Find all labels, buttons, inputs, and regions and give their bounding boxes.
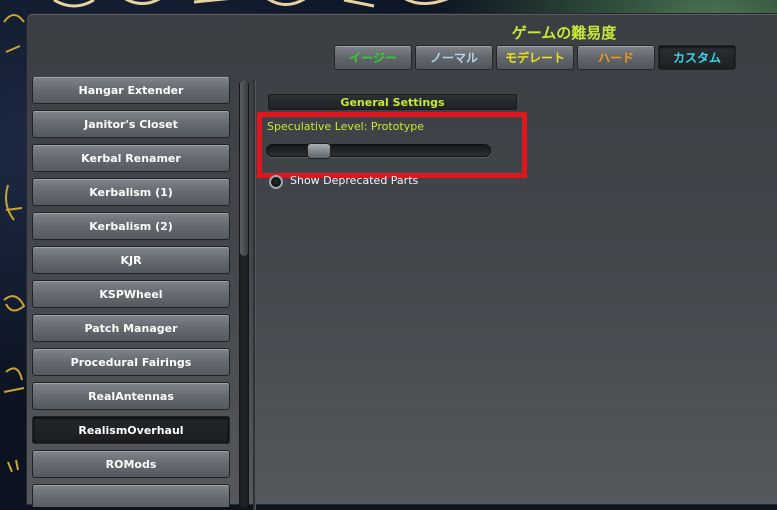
mod-item-realantennas[interactable]: RealAntennas [32, 382, 230, 410]
tab-label: イージー [349, 51, 397, 65]
mod-item-realismoverhaul[interactable]: RealismOverhaul [32, 416, 230, 444]
mod-item-label: KJR [120, 253, 142, 267]
mod-item-label: ROMods [105, 457, 157, 471]
mod-item-patch-manager[interactable]: Patch Manager [32, 314, 230, 342]
mod-item-label: RealismOverhaul [78, 423, 184, 437]
mod-item-label: Hangar Extender [78, 83, 184, 97]
difficulty-settings-window: ゲームの難易度 イージー ノーマル モデレート ハード カスタム Hangar … [27, 14, 777, 510]
mod-item-label: KSPWheel [99, 287, 163, 301]
section-title: General Settings [340, 95, 445, 109]
panel-divider [253, 80, 255, 510]
mod-item-partial[interactable] [32, 484, 230, 507]
mod-item-label: Kerbalism (1) [89, 185, 173, 199]
tab-label: ノーマル [429, 51, 478, 65]
window-title: ゲームの難易度 [511, 24, 617, 42]
slider-handle[interactable] [307, 143, 332, 159]
mod-item-label: Patch Manager [84, 321, 178, 335]
show-deprecated-parts-label: Show Deprecated Parts [290, 174, 419, 187]
mod-item-label: Janitor's Closet [84, 117, 178, 131]
mod-list-scrollbar[interactable] [239, 80, 249, 510]
mod-item-label: Kerbalism (2) [89, 219, 173, 233]
mod-item-romods[interactable]: ROMods [32, 450, 230, 478]
speculative-level-label: Speculative Level: Prototype [267, 120, 424, 133]
mod-list: Hangar Extender Janitor's Closet Kerbal … [32, 77, 232, 507]
tab-normal[interactable]: ノーマル [415, 45, 493, 70]
section-header-general-settings: General Settings [268, 94, 517, 110]
difficulty-tabs: イージー ノーマル モデレート ハード カスタム [334, 45, 736, 70]
tab-label: モデレート [504, 51, 565, 65]
mod-item-kspwheel[interactable]: KSPWheel [32, 280, 230, 308]
tab-label: カスタム [672, 51, 721, 65]
mod-item-kerbalism-2[interactable]: Kerbalism (2) [32, 212, 230, 240]
mod-item-procedural-fairings[interactable]: Procedural Fairings [32, 348, 230, 376]
mod-item-kerbalism-1[interactable]: Kerbalism (1) [32, 178, 230, 206]
scrollbar-thumb[interactable] [240, 80, 248, 256]
tab-moderate[interactable]: モデレート [496, 45, 574, 70]
mod-item-kjr[interactable]: KJR [32, 246, 230, 274]
mod-item-kerbal-renamer[interactable]: Kerbal Renamer [32, 144, 230, 172]
mod-item-label: Kerbal Renamer [81, 151, 181, 165]
tab-custom[interactable]: カスタム [658, 45, 736, 70]
mod-item-label: Procedural Fairings [70, 355, 192, 369]
mod-item-hangar-extender[interactable]: Hangar Extender [32, 77, 230, 104]
mod-item-janitors-closet[interactable]: Janitor's Closet [32, 110, 230, 138]
mod-item-label: RealAntennas [88, 389, 174, 403]
tab-label: ハード [597, 51, 634, 65]
show-deprecated-parts-toggle[interactable] [269, 175, 283, 189]
tab-hard[interactable]: ハード [577, 45, 655, 70]
tab-easy[interactable]: イージー [334, 45, 412, 70]
speculative-level-slider[interactable] [266, 143, 491, 159]
